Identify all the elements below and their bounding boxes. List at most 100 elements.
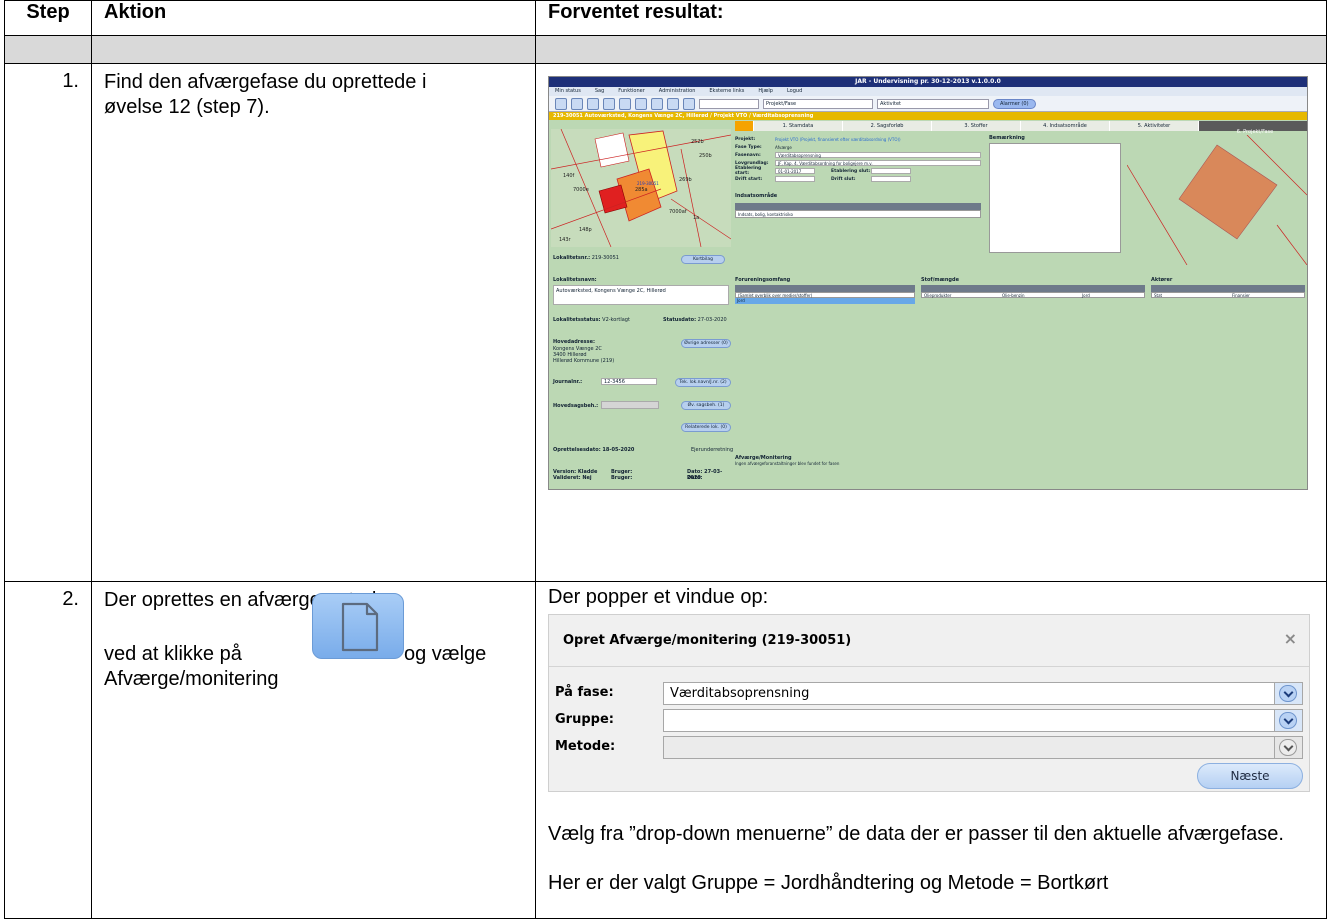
toolbar-copy-icon[interactable] bbox=[619, 97, 631, 110]
chevron-down-icon[interactable] bbox=[1274, 682, 1302, 704]
indsats-table-row[interactable]: Indsats, bolig, kontaktrisiko bbox=[735, 210, 981, 218]
fasenavn-field[interactable]: Værditabsoprensning bbox=[775, 152, 981, 158]
metode-select[interactable] bbox=[663, 735, 1303, 759]
forurening-row-selected[interactable]: Jord bbox=[735, 298, 915, 304]
toolbar-new-icon[interactable] bbox=[555, 97, 567, 110]
map-label: 1a bbox=[693, 215, 699, 221]
close-icon[interactable]: × bbox=[1284, 631, 1297, 647]
toolbar-check-icon[interactable] bbox=[587, 97, 599, 110]
toolbar-calc-icon[interactable] bbox=[683, 97, 695, 110]
gruppe-select[interactable] bbox=[663, 708, 1303, 732]
header-aktion: Aktion bbox=[91, 0, 536, 36]
aktoer-row[interactable]: Stat Finansier bbox=[1151, 292, 1305, 298]
kortbilag-button[interactable]: Kortbilag bbox=[681, 255, 725, 264]
action-cell: Der oprettes en afværgemetode ved at kli… bbox=[91, 581, 536, 919]
etablering-slut-field[interactable] bbox=[871, 168, 911, 174]
toolbar-paste-icon[interactable] bbox=[635, 97, 647, 110]
map-label: 7000e bbox=[573, 187, 589, 193]
lokalitetsnr-label: Lokalitetsnr.: bbox=[553, 255, 591, 261]
case-bar: 219-30051 Autoværksted, Kongens Vænge 2C… bbox=[549, 112, 1307, 120]
toolbar-filter-icon[interactable] bbox=[651, 97, 663, 110]
dialog-title: Opret Afværge/monitering (219-30051) bbox=[549, 615, 1309, 667]
field-row-fase: På fase: Værditabsoprensning bbox=[555, 681, 1303, 705]
app-toolbar: Projekt/Fase Aktivitet Alarmer (0) bbox=[549, 96, 1307, 112]
tab-stoffer[interactable]: 3. Stoffer bbox=[931, 121, 1020, 131]
grey-spacer-row bbox=[4, 35, 1327, 64]
menu-item[interactable]: Sag bbox=[595, 87, 604, 96]
hovedsagsbeh-select[interactable] bbox=[601, 401, 659, 409]
create-afvaerge-dialog: Opret Afværge/monitering (219-30051) × P… bbox=[548, 614, 1310, 792]
drift-start-field[interactable] bbox=[775, 176, 815, 182]
step-number: 1. bbox=[4, 63, 92, 582]
status-value: V2-kortlagt bbox=[602, 317, 630, 323]
toolbar-cancel-icon[interactable] bbox=[667, 97, 679, 110]
map-label: 219-30051 bbox=[637, 181, 659, 186]
projekt-link[interactable]: Projekt VTO (Projekt, finansieret efter … bbox=[775, 137, 901, 142]
toolbar-save-icon[interactable] bbox=[571, 97, 583, 110]
toolbar-swap-icon[interactable] bbox=[603, 97, 615, 110]
journalnr-label: Journalnr.: bbox=[553, 379, 583, 385]
tab-sagsforloeb[interactable]: 2. Sagsforløb bbox=[842, 121, 931, 131]
action-text: Find den afværgefase du oprettede i øvel… bbox=[91, 63, 536, 582]
menu-item[interactable]: Hjælp bbox=[758, 87, 773, 96]
metode-label: Metode: bbox=[555, 739, 616, 754]
aktoerer-label: Aktører bbox=[1151, 277, 1173, 283]
tab-aktiviteter[interactable]: 5. Aktiviteter bbox=[1109, 121, 1198, 131]
menu-item[interactable]: Funktioner bbox=[618, 87, 645, 96]
lovgrundlag-select[interactable]: JF, Kap. 4. Værditabsordning for boligej… bbox=[775, 160, 981, 166]
bemaerkning-field[interactable] bbox=[989, 143, 1121, 253]
lokalitetsnr-value: 219-30051 bbox=[591, 255, 619, 261]
map-label: 250b bbox=[699, 153, 712, 159]
result-paragraph-2: Her er der valgt Gruppe = Jordhåndtering… bbox=[548, 872, 1109, 894]
etablering-start-field[interactable]: 01-01-2017 bbox=[775, 168, 815, 174]
lokalitetsnavn-label: Lokalitetsnavn: bbox=[553, 277, 597, 283]
toolbar-select-fase[interactable]: Projekt/Fase bbox=[763, 98, 873, 109]
step-number: 2. bbox=[4, 581, 92, 919]
map-label: 148p bbox=[579, 227, 592, 233]
indsats-table-header bbox=[735, 203, 981, 210]
action-text-line2b: og vælge bbox=[404, 643, 487, 665]
menu-item[interactable]: Administration bbox=[659, 87, 696, 96]
next-button[interactable]: Næste bbox=[1197, 763, 1303, 789]
aktoer-table-header bbox=[1151, 285, 1305, 292]
journalnr-field[interactable]: 12-3456 bbox=[601, 378, 657, 385]
center-form: Projekt: Projekt VTO (Projekt, finansiere… bbox=[735, 135, 981, 199]
alarms-button[interactable]: Alarmer (0) bbox=[993, 98, 1036, 109]
toolbar-select-aktivitet[interactable]: Aktivitet bbox=[877, 98, 989, 109]
adresse-line: Hillerød Kommune (219) bbox=[553, 358, 615, 364]
field-row-metode: Metode: bbox=[555, 735, 1303, 759]
right-map[interactable] bbox=[1127, 135, 1307, 265]
hovedadresse-label: Hovedadresse: bbox=[553, 339, 596, 345]
fase-select[interactable]: Værditabsoprensning bbox=[663, 681, 1303, 705]
map-graphic: 252b 250b 140f 7000e 269b 219-30051 285a… bbox=[551, 129, 731, 247]
fase-label: På fase: bbox=[555, 685, 614, 700]
result-cell: Der popper et vindue op: Opret Afværge/m… bbox=[535, 581, 1327, 919]
app-menu-bar: Min status Sag Funktioner Administration… bbox=[549, 87, 1307, 96]
status-label: Lokalitetsstatus: bbox=[553, 317, 601, 323]
lokalitetsnavn-field[interactable]: Autoværksted, Kongens Vænge 2C, Hillerød bbox=[553, 285, 729, 305]
ejerunderretning-checkbox[interactable]: Ejerunderretning bbox=[691, 447, 733, 453]
result-intro: Der popper et vindue op: bbox=[548, 586, 769, 608]
ovrige-adresser-button[interactable]: Øvrige adresser (0) bbox=[681, 339, 731, 348]
back-arrow-icon[interactable] bbox=[735, 121, 753, 131]
tab-stamdata[interactable]: 1. Stamdata bbox=[753, 121, 842, 131]
tek-lok-button[interactable]: Tek. lok.navn/J.nr. (2) bbox=[675, 378, 731, 387]
app-screenshot: JAR - Undervisning pr. 30-12-2013 v.1.0.… bbox=[548, 76, 1308, 490]
chevron-down-icon[interactable] bbox=[1274, 736, 1302, 758]
menu-item[interactable]: Min status bbox=[555, 87, 581, 96]
menu-item[interactable]: Eksterne links bbox=[709, 87, 744, 96]
menu-item[interactable]: Logud bbox=[787, 87, 802, 96]
chevron-down-icon[interactable] bbox=[1274, 709, 1302, 731]
ov-sagsbeh-button[interactable]: Øv. sagsbeh. (1) bbox=[681, 401, 731, 410]
relaterede-button[interactable]: Relaterede lok. (0) bbox=[681, 423, 731, 432]
hovedsagsbeh-label: Hovedsagsbeh.: bbox=[553, 403, 599, 409]
tab-projekt-fase[interactable]: 6. Projekt/Fase bbox=[1198, 121, 1307, 135]
table-row: 2. Der oprettes en afværgemetode ved at … bbox=[4, 581, 1327, 919]
left-map[interactable]: 252b 250b 140f 7000e 269b 219-30051 285a… bbox=[551, 129, 731, 247]
tab-indsatsomraade[interactable]: 4. Indsatsområde bbox=[1020, 121, 1109, 131]
field-row-gruppe: Gruppe: bbox=[555, 708, 1303, 732]
toolbar-search-input[interactable] bbox=[699, 98, 759, 109]
stof-row[interactable]: Olieprodukter Olie-benzin Jord bbox=[921, 292, 1145, 298]
header-resultat: Forventet resultat: bbox=[535, 0, 1327, 36]
drift-slut-field[interactable] bbox=[871, 176, 911, 182]
